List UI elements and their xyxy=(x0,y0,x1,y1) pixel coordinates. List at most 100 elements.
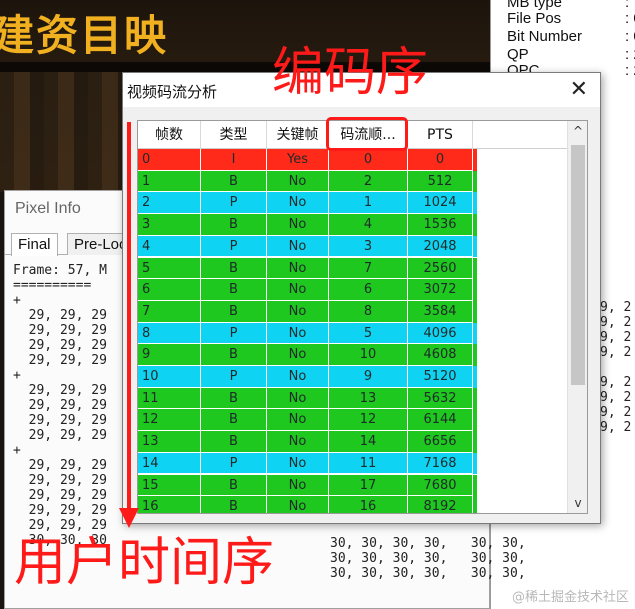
column-header[interactable]: 类型 xyxy=(201,121,267,149)
table-cell: 7 xyxy=(329,257,408,280)
table-cell: B xyxy=(201,257,267,280)
table-row[interactable]: 0 I Yes 0 0 xyxy=(138,149,477,171)
table-cell: B xyxy=(201,496,267,513)
table-cell: B xyxy=(201,300,267,323)
table-cell: 2048 xyxy=(408,235,473,258)
table-cell: Yes xyxy=(267,149,329,171)
pixel-dump: Frame: 57, M ========== + 29, 29, 29 29,… xyxy=(13,263,107,548)
table-cell: 3 xyxy=(138,214,201,236)
screen: 建资目映 MB type:File Pos: 0Bit Number: 0QP:… xyxy=(0,0,635,609)
table-row[interactable]: 14 P No 11 7168 xyxy=(138,452,477,475)
table-cell: 7 xyxy=(138,300,201,323)
table-cell: 5120 xyxy=(408,366,473,388)
pixel-values: ========== + 29, 29, 29 29, 29, 29 29, 2… xyxy=(13,278,107,548)
table-row[interactable]: 9 B No 10 4608 xyxy=(138,344,477,366)
table-cell: 0 xyxy=(329,149,408,171)
info-value: : 0 xyxy=(625,10,635,27)
table-cell: 6 xyxy=(329,279,408,301)
column-header[interactable]: 关键帧 xyxy=(267,121,329,149)
table-cell: 2 xyxy=(329,170,408,193)
table-cell: 12 xyxy=(138,409,201,432)
table-cell: 3072 xyxy=(408,279,473,301)
table-cell: 14 xyxy=(138,452,201,475)
table-cell: B xyxy=(201,170,267,193)
table-cell: 7680 xyxy=(408,474,473,497)
table-cell: 13 xyxy=(138,431,201,453)
table-cell: 3584 xyxy=(408,300,473,323)
table-cell: 1536 xyxy=(408,214,473,236)
table-row[interactable]: 16 B No 16 8192 xyxy=(138,496,477,513)
table-cell: 5 xyxy=(329,322,408,345)
table-cell: No xyxy=(267,366,329,388)
table-cell: No xyxy=(267,387,329,410)
table-cell: 13 xyxy=(329,387,408,410)
table-cell: B xyxy=(201,214,267,236)
table-cell: No xyxy=(267,431,329,453)
table-cell: 1 xyxy=(138,170,201,193)
table-cell: No xyxy=(267,300,329,323)
table-cell: 8 xyxy=(329,300,408,323)
table-cell: No xyxy=(267,496,329,513)
table-cell: No xyxy=(267,170,329,193)
table-cell: 10 xyxy=(329,344,408,366)
table-cell: No xyxy=(267,192,329,215)
tab-final[interactable]: Final xyxy=(11,233,58,256)
info-value: : 2 xyxy=(625,62,635,79)
table-cell: 4 xyxy=(138,235,201,258)
table-row[interactable]: 2 P No 1 1024 xyxy=(138,192,477,215)
table-cell: 6 xyxy=(138,279,201,301)
table-row[interactable]: 10 P No 9 5120 xyxy=(138,366,477,388)
column-header[interactable]: 帧数 xyxy=(138,121,201,149)
table-row[interactable]: 1 B No 2 512 xyxy=(138,170,477,193)
table-row[interactable]: 4 P No 3 2048 xyxy=(138,235,477,258)
table-cell: 2560 xyxy=(408,257,473,280)
table-cell: 10 xyxy=(138,366,201,388)
table-cell: No xyxy=(267,235,329,258)
table-cell: 16 xyxy=(329,496,408,513)
scroll-down-icon[interactable]: v xyxy=(568,493,587,513)
watermark: @稀土掘金技术社区 xyxy=(511,590,629,605)
scroll-thumb[interactable] xyxy=(571,145,585,385)
table-row[interactable]: 6 B No 6 3072 xyxy=(138,279,477,301)
table-cell: 14 xyxy=(329,431,408,453)
column-header[interactable]: PTS xyxy=(408,121,473,149)
pixel-info-title: Pixel Info xyxy=(15,200,81,217)
pixel-values-bottom: 30, 30, 30, 30, 30, 30, 30, 30, 30, 30, … xyxy=(330,536,526,581)
table-row[interactable]: 13 B No 14 6656 xyxy=(138,431,477,453)
table-cell: B xyxy=(201,431,267,453)
scroll-up-icon[interactable]: ^ xyxy=(568,121,587,141)
table-cell: 16 xyxy=(138,496,201,513)
table-cell: 8192 xyxy=(408,496,473,513)
table-row[interactable]: 11 B No 13 5632 xyxy=(138,387,477,410)
table-row[interactable]: 7 B No 8 3584 xyxy=(138,300,477,323)
table-cell: 3 xyxy=(329,235,408,258)
table-cell: No xyxy=(267,344,329,366)
frame-line: Frame: 57, M xyxy=(13,263,107,278)
table-row[interactable]: 8 P No 5 4096 xyxy=(138,322,477,345)
table-cell: No xyxy=(267,322,329,345)
table-cell: No xyxy=(267,409,329,432)
table-row[interactable]: 3 B No 4 1536 xyxy=(138,214,477,236)
info-label: Bit Number xyxy=(507,28,583,45)
table-cell: B xyxy=(201,387,267,410)
annotation-encode-order: 编码序 xyxy=(272,43,429,103)
table-cell: 4 xyxy=(329,214,408,236)
table-cell: 7168 xyxy=(408,452,473,475)
table-cell: 5 xyxy=(138,257,201,280)
table-row[interactable]: 12 B No 12 6144 xyxy=(138,409,477,432)
table-cell: No xyxy=(267,257,329,280)
table-row[interactable]: 5 B No 7 2560 xyxy=(138,257,477,280)
table-cell: No xyxy=(267,474,329,497)
close-icon[interactable]: ✕ xyxy=(570,77,588,102)
table-cell: No xyxy=(267,214,329,236)
table-cell: No xyxy=(267,279,329,301)
vertical-scrollbar[interactable]: ^ v xyxy=(567,121,587,513)
table-cell: 11 xyxy=(329,452,408,475)
table-row[interactable]: 15 B No 17 7680 xyxy=(138,474,477,497)
table-cell: 8 xyxy=(138,322,201,345)
info-label: QP xyxy=(507,46,529,63)
table-cell: 0 xyxy=(408,149,473,171)
table-cell: 1 xyxy=(329,192,408,215)
table-cell: 9 xyxy=(138,344,201,366)
table-cell: P xyxy=(201,322,267,345)
